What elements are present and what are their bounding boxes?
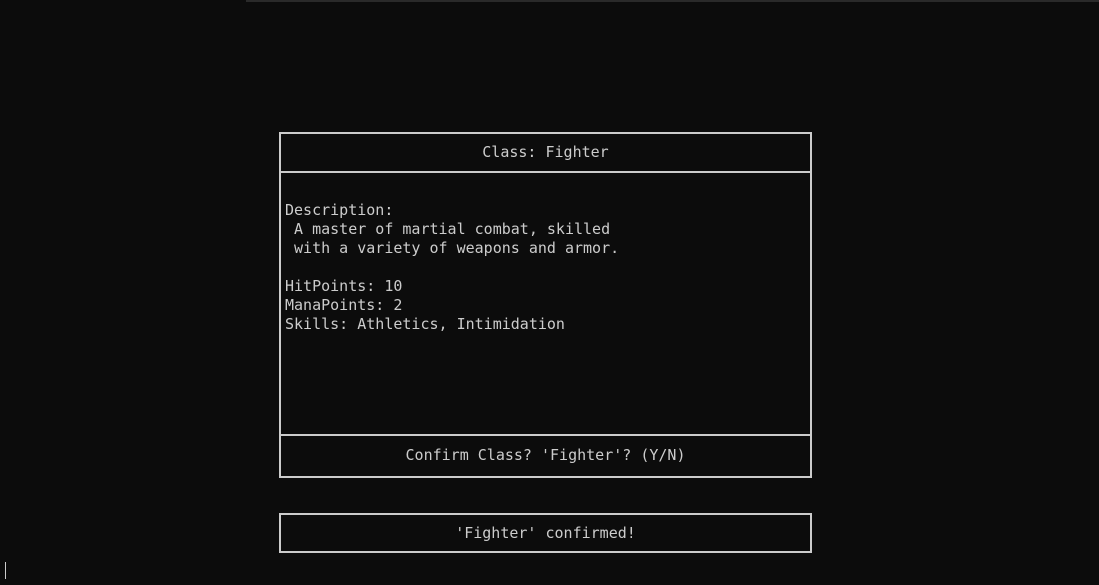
- description-line: with a variety of weapons and armor.: [285, 239, 620, 257]
- skills-stat: Skills: Athletics, Intimidation: [285, 315, 565, 333]
- class-details: Description: A master of martial combat,…: [281, 173, 810, 436]
- class-info-panel: Class: Fighter Description: A master of …: [279, 132, 812, 478]
- window-top-border: [246, 0, 1099, 2]
- window-top-strip: [0, 0, 246, 2]
- description-line: A master of martial combat, skilled: [285, 220, 611, 238]
- description-label: Description:: [285, 201, 394, 219]
- confirmation-message: 'Fighter' confirmed!: [279, 513, 812, 553]
- class-title: Class: Fighter: [281, 134, 810, 173]
- hit-points-stat: HitPoints: 10: [285, 277, 403, 295]
- mana-points-stat: ManaPoints: 2: [285, 296, 403, 314]
- text-cursor: [5, 562, 6, 579]
- confirm-class-prompt: Confirm Class? 'Fighter'? (Y/N): [405, 446, 686, 464]
